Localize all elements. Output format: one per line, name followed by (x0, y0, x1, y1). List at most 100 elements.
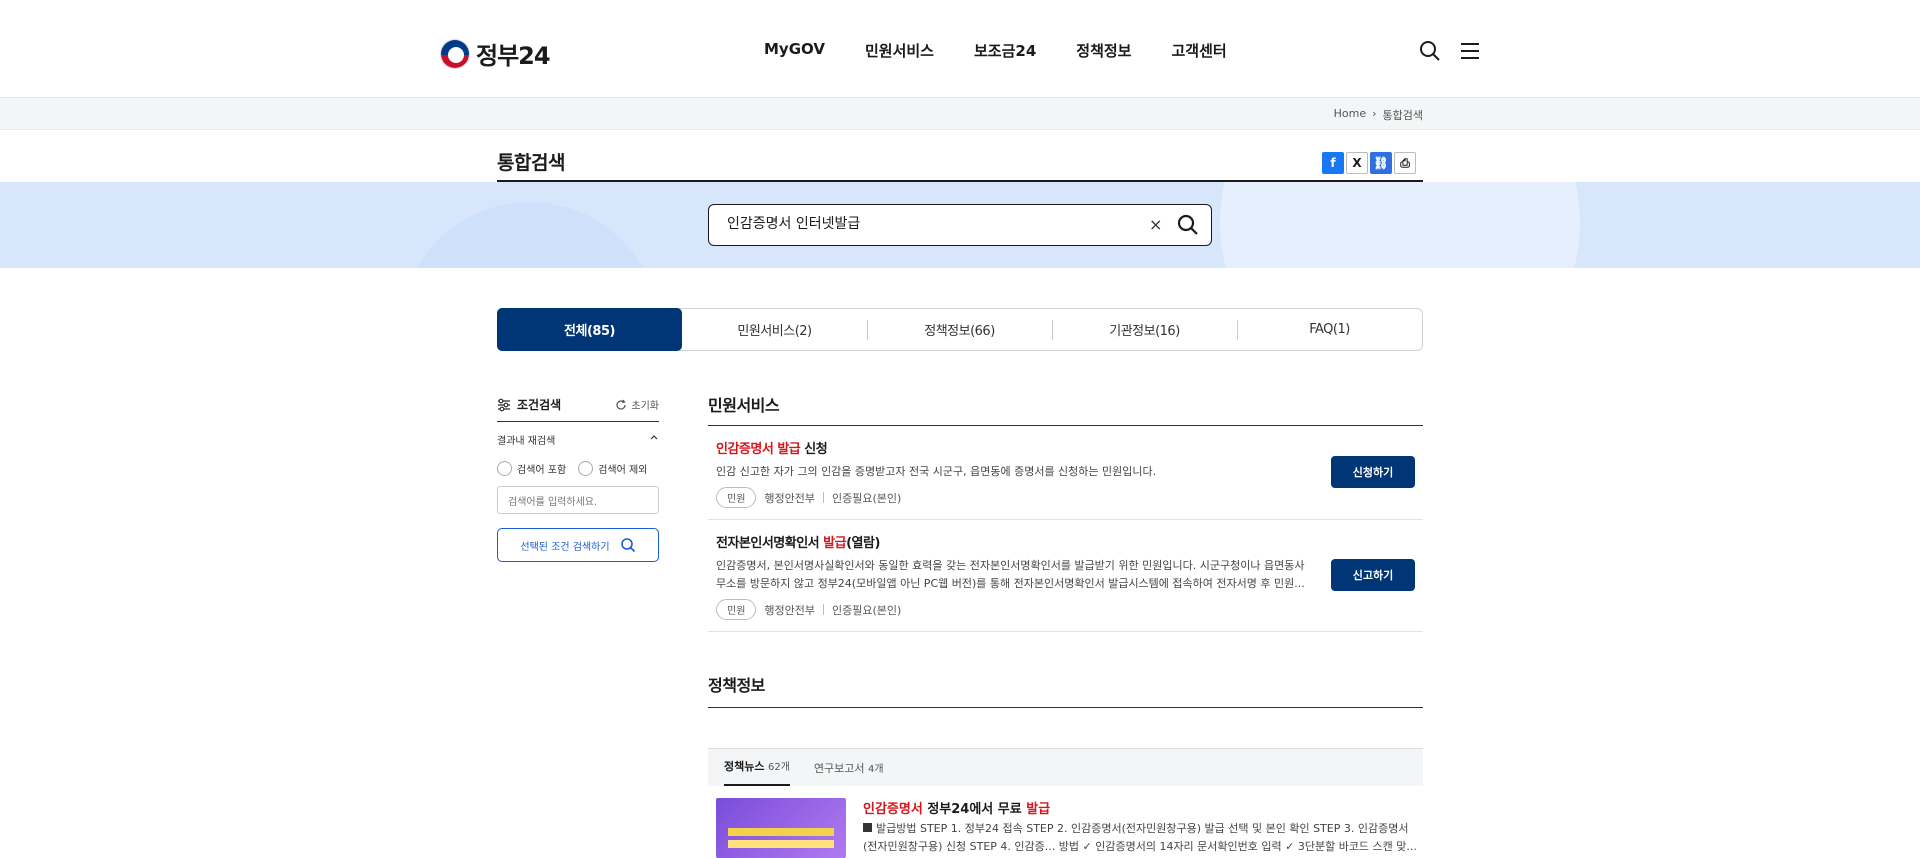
nav-minwon-service[interactable]: 민원서비스 (865, 40, 934, 61)
search-input[interactable] (727, 215, 1127, 231)
news-item: 인감증명서 정부24에서 무료 발급 발급방법 STEP 1. 정부24 접속 … (708, 798, 1423, 858)
news-title-highlight: 인감증명서 (863, 802, 923, 817)
auth-requirement: 인증필요(본인) (832, 603, 902, 617)
radio-circle[interactable] (578, 461, 594, 476)
subtab-count: 4개 (868, 764, 884, 775)
reset-label: 초기화 (631, 401, 659, 412)
breadcrumb-home[interactable]: Home (1334, 107, 1366, 123)
category-tag: 민원 (716, 599, 757, 620)
tab-policy[interactable]: 정책정보(66) (867, 309, 1052, 350)
item-title-rest: (열람) (846, 536, 880, 551)
refresh-icon (616, 399, 626, 410)
sliders-icon (498, 398, 510, 411)
menu-icon[interactable] (1459, 40, 1481, 62)
auth-requirement: 인증필요(본인) (832, 491, 902, 505)
include-radio[interactable]: 검색어 포함 (497, 461, 566, 476)
clear-icon[interactable]: × (1149, 215, 1162, 234)
news-title-highlight: 발급 (1026, 802, 1051, 817)
item-title[interactable]: 전자본인서명확인서 발급(열람) (716, 532, 1415, 551)
subtab-count: 62개 (767, 762, 790, 773)
x-share-icon[interactable]: X (1346, 152, 1368, 174)
within-results-label: 결과내 재검색 (497, 436, 556, 447)
link-copy-icon[interactable]: ⛓ (1370, 152, 1392, 174)
filter-title: 조건검색 (497, 396, 561, 413)
exclude-radio[interactable]: 검색어 제외 (578, 461, 647, 476)
share-tools: f X ⛓ ⎙ (1322, 152, 1416, 174)
breadcrumb-current: 통합검색 (1382, 109, 1423, 122)
search-box: × (708, 204, 1212, 246)
breadcrumb-separator: › (1372, 107, 1377, 120)
organization: 행정안전부 (764, 603, 816, 617)
search-icon[interactable] (1419, 40, 1441, 62)
taegeuk-logo-icon (440, 38, 470, 69)
nav-customer-center[interactable]: 고객센터 (1171, 40, 1226, 61)
category-tag: 민원 (716, 487, 757, 508)
bullet-square-icon (863, 823, 872, 832)
gov24-logo[interactable]: 정부24 (440, 36, 551, 71)
meta-divider (823, 492, 825, 503)
filter-header: 조건검색 초기화 (497, 394, 659, 422)
tab-institution[interactable]: 기관정보(16) (1052, 309, 1237, 350)
radio-circle[interactable] (497, 461, 512, 476)
site-header: 정부24 MyGOV 민원서비스 보조금24 정책정보 고객센터 (0, 0, 1920, 98)
news-description: 발급방법 STEP 1. 정부24 접속 STEP 2. 인감증명서(전자민원창… (863, 820, 1418, 856)
nav-policy-info[interactable]: 정책정보 (1076, 40, 1131, 61)
tab-all[interactable]: 전체(85) (497, 308, 682, 351)
band-decoration (1220, 182, 1580, 268)
chevron-up-icon[interactable] (649, 432, 659, 442)
search-submit-icon[interactable] (1177, 214, 1199, 236)
apply-button[interactable]: 신청하기 (1331, 456, 1415, 488)
subtab-policy-news[interactable]: 정책뉴스 62개 (724, 758, 790, 786)
item-meta: 민원 행정안전부 인증필요(본인) (716, 599, 1415, 620)
policy-subtabs: 정책뉴스 62개 연구보고서 4개 (708, 748, 1423, 786)
item-description: 인감 신고한 자가 그의 인감을 증명받고자 전국 시군구, 읍면동에 증명서를… (716, 465, 1157, 478)
search-mode-radios: 검색어 포함 검색어 제외 (497, 461, 659, 476)
section-title: 정책정보 (708, 672, 1423, 708)
report-button[interactable]: 신고하기 (1331, 559, 1415, 591)
item-description: 인감증명서, 본인서명사실확인서와 동일한 효력을 갖는 전자본인서명확인서를 … (716, 559, 1305, 590)
include-label: 검색어 포함 (517, 465, 567, 476)
organization: 행정안전부 (764, 491, 816, 505)
item-title-highlight: 발급 (823, 536, 847, 551)
meta-divider (823, 604, 825, 615)
subtab-research-report[interactable]: 연구보고서 4개 (814, 760, 884, 786)
list-item: 인감증명서 발급 신청 인감 신고한 자가 그의 인감을 증명받고자 전국 시군… (708, 426, 1423, 520)
nav-subsidy24[interactable]: 보조금24 (974, 40, 1036, 61)
news-thumbnail[interactable] (716, 798, 846, 858)
item-meta: 민원 행정안전부 인증필요(본인) (716, 487, 1415, 508)
within-results-header[interactable]: 결과내 재검색 (497, 432, 659, 447)
print-icon[interactable]: ⎙ (1394, 152, 1416, 174)
condition-search-button[interactable]: 선택된 조건 검색하기 (497, 528, 659, 562)
item-title-rest: 신청 (800, 442, 828, 457)
facebook-share-icon[interactable]: f (1322, 152, 1344, 174)
news-title[interactable]: 인감증명서 정부24에서 무료 발급 (863, 798, 1050, 817)
logo-text: 정부24 (476, 42, 551, 70)
minwon-results: 민원서비스 인감증명서 발급 신청 인감 신고한 자가 그의 인감을 증명받고자… (708, 392, 1423, 632)
condition-filter: 조건검색 초기화 결과내 재검색 검색어 포함 검색어 제외 검색어를 입력하세… (497, 394, 659, 562)
breadcrumb-bar: Home › 통합검색 (0, 98, 1920, 130)
news-title-middle: 정부24에서 무료 (922, 802, 1027, 817)
subtab-label: 연구보고서 (813, 762, 865, 775)
page-title: 통합검색 (497, 152, 565, 174)
section-title: 민원서비스 (708, 392, 1423, 426)
reset-button[interactable]: 초기화 (615, 397, 659, 412)
policy-results: 정책정보 정책뉴스 62개 연구보고서 4개 인감증명서 정부24에서 무료 발… (708, 672, 1423, 858)
item-title-prefix: 전자본인서명확인서 (716, 536, 824, 551)
result-tabs: 전체(85) 민원서비스(2) 정책정보(66) 기관정보(16) FAQ(1) (497, 308, 1423, 351)
tab-minwon[interactable]: 민원서비스(2) (682, 309, 867, 350)
exclude-label: 검색어 제외 (598, 465, 648, 476)
tab-faq[interactable]: FAQ(1) (1237, 309, 1422, 350)
filter-title-label: 조건검색 (517, 398, 562, 412)
condition-search-label: 선택된 조건 검색하기 (520, 541, 610, 553)
news-description-text: 발급방법 STEP 1. 정부24 접속 STEP 2. 인감증명서(전자민원창… (863, 822, 1417, 853)
re-search-input[interactable]: 검색어를 입력하세요. (497, 486, 659, 514)
item-title-highlight: 인감증명서 발급 (716, 442, 801, 457)
breadcrumb: Home › 통합검색 (1334, 107, 1423, 123)
main-nav: MyGOV 민원서비스 보조금24 정책정보 고객센터 (764, 40, 1267, 61)
list-item: 전자본인서명확인서 발급(열람) 인감증명서, 본인서명사실확인서와 동일한 효… (708, 520, 1423, 632)
nav-mygov[interactable]: MyGOV (764, 40, 825, 61)
subtab-label: 정책뉴스 (724, 760, 765, 773)
band-decoration (400, 202, 660, 268)
item-title[interactable]: 인감증명서 발급 신청 (716, 438, 1415, 457)
search-icon (620, 538, 635, 553)
